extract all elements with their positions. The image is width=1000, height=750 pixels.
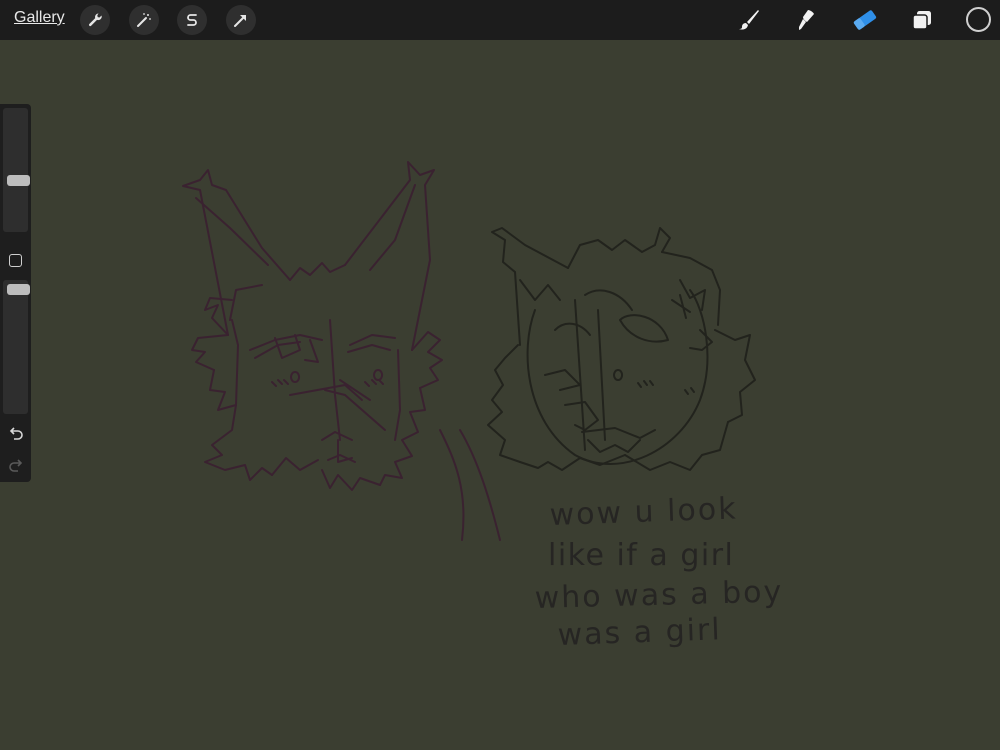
brush-icon xyxy=(739,10,759,30)
note-line-1: wow u look xyxy=(549,491,738,533)
selection-s-icon xyxy=(187,14,197,26)
magic-wand-icon xyxy=(137,13,151,27)
drawing-canvas[interactable]: wow u look like if a girl who was a boy … xyxy=(0,40,1000,750)
top-toolbar: Gallery xyxy=(0,0,1000,40)
eraser-icon xyxy=(853,10,877,30)
selection-button[interactable] xyxy=(177,5,207,35)
gallery-button[interactable]: Gallery xyxy=(14,9,65,27)
note-line-2: like if a girl xyxy=(548,538,734,573)
eraser-tool-button[interactable] xyxy=(850,5,880,35)
note-line-4: was a girl xyxy=(557,612,722,653)
brush-tool-button[interactable] xyxy=(734,5,764,35)
cat-sketch-left xyxy=(182,161,501,541)
adjustments-button[interactable] xyxy=(129,5,159,35)
wrench-icon xyxy=(88,13,102,27)
actions-button[interactable] xyxy=(80,5,110,35)
smudge-tool-button[interactable] xyxy=(791,5,821,35)
handwritten-note: wow u look like if a girl who was a boy … xyxy=(534,491,783,653)
transform-button[interactable] xyxy=(226,5,256,35)
color-picker-swatch[interactable] xyxy=(966,7,991,32)
note-line-3: who was a boy xyxy=(534,575,783,616)
transform-arrow-icon xyxy=(234,15,246,27)
smudge-icon xyxy=(799,10,814,30)
layers-button[interactable] xyxy=(907,5,937,35)
layers-icon xyxy=(912,11,931,30)
cat-sketch-right xyxy=(487,227,756,471)
